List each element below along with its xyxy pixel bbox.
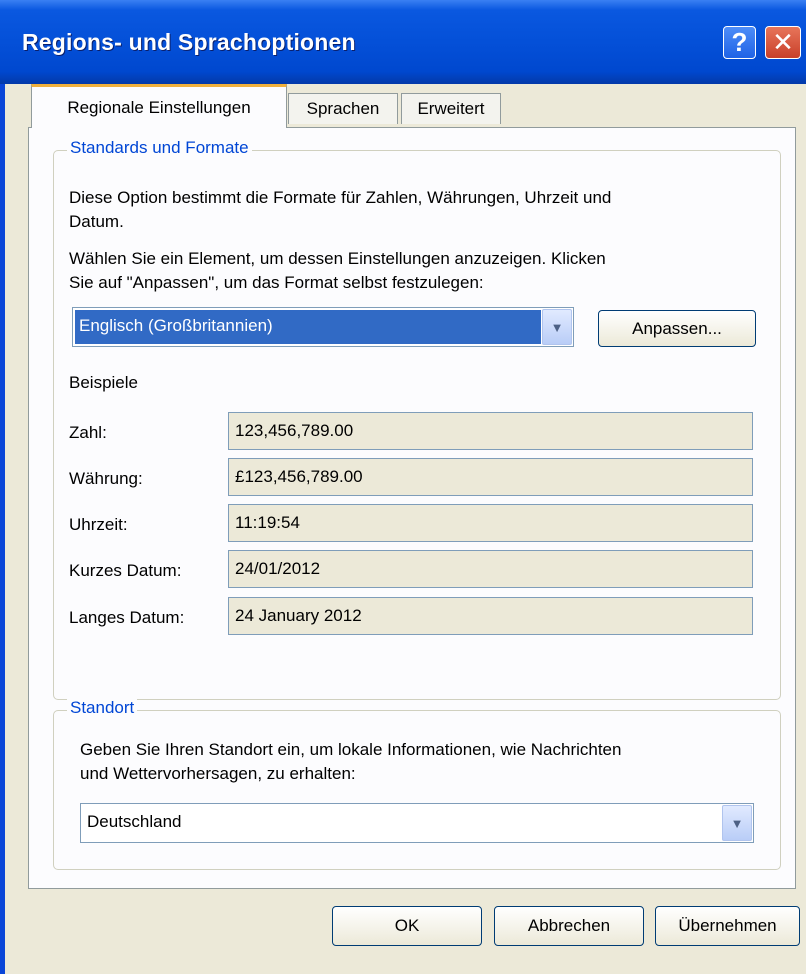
cancel-button-label: Abbrechen (527, 916, 611, 935)
example-number-label: Zahl: (69, 423, 107, 442)
example-short-date-label: Kurzes Datum: (69, 561, 182, 580)
example-number-value: 123,456,789.00 (235, 421, 354, 440)
chevron-down-icon: ▼ (730, 815, 744, 831)
example-time-field: 11:19:54 (228, 504, 753, 542)
customize-button-label: Anpassen... (632, 318, 722, 338)
tab-label: Regionale Einstellungen (67, 97, 251, 117)
example-short-date-field: 24/01/2012 (228, 550, 753, 588)
apply-button[interactable]: Übernehmen (655, 906, 800, 946)
customize-button[interactable]: Anpassen... (598, 310, 756, 347)
help-button[interactable]: ? (723, 26, 756, 59)
location-description: Geben Sie Ihren Standort ein, um lokale … (80, 740, 622, 759)
format-select-dropdown-button[interactable]: ▼ (542, 309, 572, 345)
tab-label: Sprachen (306, 99, 380, 118)
format-select-value: Englisch (Großbritannien) (79, 316, 273, 335)
example-long-date-field: 24 January 2012 (228, 597, 753, 635)
formats-instruction-cont: Sie auf "Anpassen", um das Format selbst… (69, 273, 484, 292)
tab-panel: Standards und Formate Diese Option besti… (28, 127, 796, 889)
location-select-value: Deutschland (87, 812, 182, 831)
close-icon: ✕ (772, 27, 794, 57)
formats-group: Standards und Formate Diese Option besti… (53, 138, 781, 700)
examples-heading: Beispiele (69, 373, 138, 392)
example-long-date-value: 24 January 2012 (235, 606, 362, 625)
tab-erweitert[interactable]: Erweitert (401, 93, 501, 124)
title-bar[interactable]: Regions- und Sprachoptionen ? ✕ (0, 0, 806, 84)
tab-sprachen[interactable]: Sprachen (288, 93, 398, 124)
window-title: Regions- und Sprachoptionen (22, 29, 356, 55)
example-currency-field: £123,456,789.00 (228, 458, 753, 496)
tab-regionale-einstellungen[interactable]: Regionale Einstellungen (31, 84, 287, 128)
example-currency-value: £123,456,789.00 (235, 467, 363, 486)
location-group-legend: Standort (67, 698, 138, 718)
chevron-down-icon: ▼ (550, 319, 564, 335)
help-icon: ? (731, 27, 748, 57)
formats-group-legend: Standards und Formate (67, 138, 252, 158)
formats-description-cont: Datum. (69, 212, 124, 231)
location-description-cont: und Wettervorhersagen, zu erhalten: (80, 764, 356, 783)
window-border (0, 84, 5, 974)
ok-button-label: OK (394, 916, 420, 935)
close-button[interactable]: ✕ (765, 26, 801, 59)
apply-button-label: Übernehmen (678, 916, 777, 935)
location-select[interactable]: Deutschland ▼ (80, 803, 754, 843)
formats-instruction: Wählen Sie ein Element, um dessen Einste… (69, 249, 606, 268)
tab-label: Erweitert (417, 99, 485, 118)
cancel-button[interactable]: Abbrechen (494, 906, 644, 946)
example-currency-label: Währung: (69, 469, 143, 488)
formats-description: Diese Option bestimmt die Formate für Za… (69, 188, 612, 207)
example-short-date-value: 24/01/2012 (235, 559, 321, 578)
location-group: Standort Geben Sie Ihren Standort ein, u… (53, 698, 781, 870)
example-number-field: 123,456,789.00 (228, 412, 753, 450)
example-time-label: Uhrzeit: (69, 515, 128, 534)
location-select-dropdown-button[interactable]: ▼ (722, 805, 752, 841)
ok-button[interactable]: OK (332, 906, 482, 946)
example-time-value: 11:19:54 (235, 513, 300, 532)
example-long-date-label: Langes Datum: (69, 608, 185, 627)
format-select[interactable]: Englisch (Großbritannien) ▼ (72, 307, 574, 347)
